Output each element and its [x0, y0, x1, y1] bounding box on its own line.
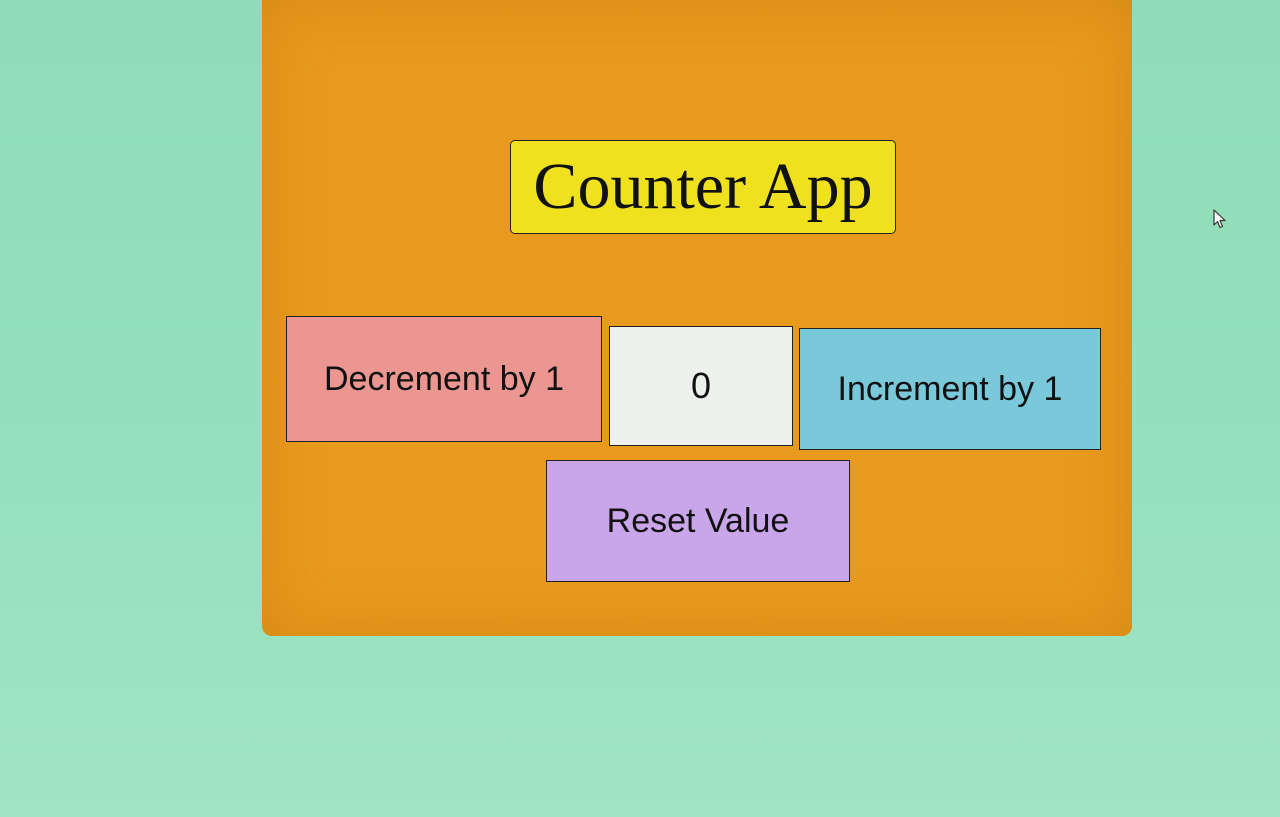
- decrement-button[interactable]: Decrement by 1: [286, 316, 602, 442]
- increment-button[interactable]: Increment by 1: [799, 328, 1101, 450]
- app-title: Counter App: [510, 140, 896, 234]
- reset-button[interactable]: Reset Value: [546, 460, 850, 582]
- counter-value-display: 0: [609, 326, 793, 446]
- counter-card: Counter App Decrement by 1 0 Increment b…: [262, 0, 1132, 636]
- mouse-pointer-icon: [1213, 209, 1226, 229]
